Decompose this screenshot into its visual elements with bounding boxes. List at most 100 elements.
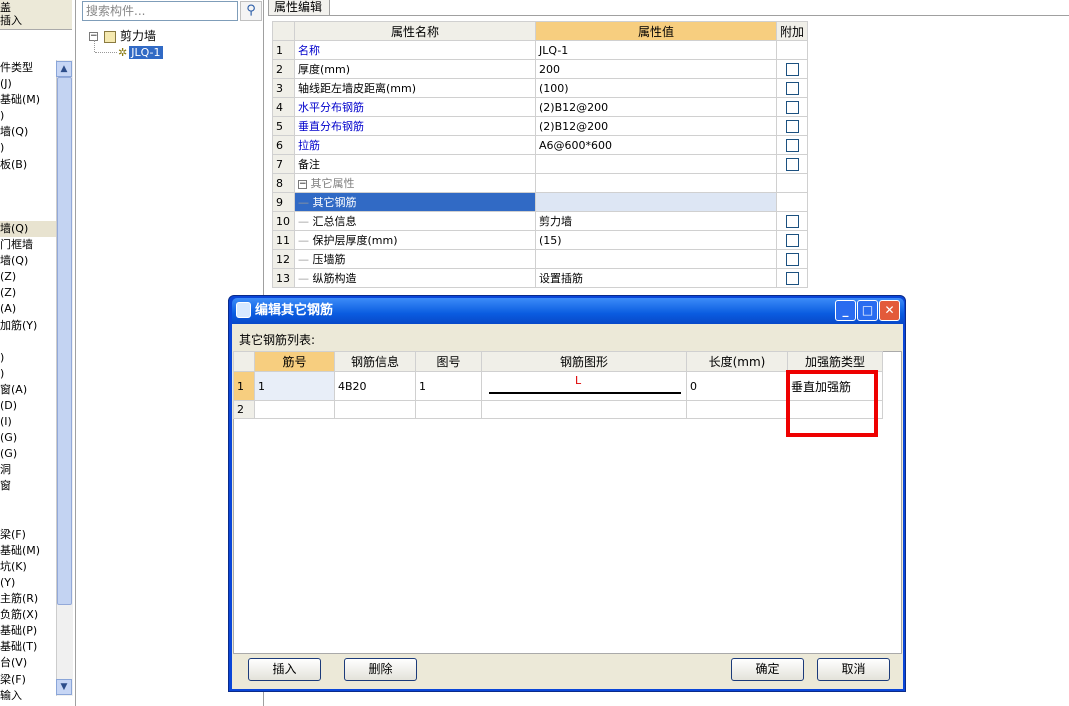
- component-type-item[interactable]: ): [0, 366, 56, 382]
- component-type-item[interactable]: ): [0, 140, 56, 156]
- property-value[interactable]: (2)B12@200: [535, 97, 777, 117]
- bar-no-cell[interactable]: [254, 400, 335, 419]
- insert-button[interactable]: 插入: [248, 658, 321, 681]
- extra-cell[interactable]: [775, 116, 809, 136]
- property-row[interactable]: 2 厚度(mm) 200: [272, 59, 809, 79]
- property-value[interactable]: [535, 192, 777, 212]
- component-type-item[interactable]: 门框墙: [0, 237, 56, 253]
- extra-cell[interactable]: [775, 154, 809, 174]
- component-type-item[interactable]: 基础(T): [0, 639, 56, 655]
- component-type-item[interactable]: 梁(F): [0, 672, 56, 688]
- component-type-item[interactable]: 坑(K): [0, 559, 56, 575]
- component-type-item[interactable]: [0, 334, 56, 350]
- property-row[interactable]: 13— 纵筋构造 设置插筋: [272, 268, 809, 288]
- scroll-down-button[interactable]: ▼: [56, 679, 72, 695]
- property-row[interactable]: 3 轴线距左墙皮距离(mm) (100): [272, 78, 809, 98]
- extra-checkbox[interactable]: [785, 271, 799, 285]
- extra-checkbox[interactable]: [785, 157, 799, 171]
- component-type-item[interactable]: 洞: [0, 462, 56, 478]
- component-type-item[interactable]: ): [0, 350, 56, 366]
- close-button[interactable]: ✕: [879, 300, 900, 321]
- length-cell[interactable]: 0: [686, 371, 788, 401]
- property-value[interactable]: [535, 249, 777, 269]
- component-type-item[interactable]: 板(B): [0, 157, 56, 173]
- property-value[interactable]: (2)B12@200: [535, 116, 777, 136]
- component-type-item[interactable]: [0, 173, 56, 189]
- maximize-button[interactable]: □: [857, 300, 878, 321]
- property-value[interactable]: [535, 173, 777, 193]
- property-row[interactable]: 12— 压墙筋: [272, 249, 809, 269]
- component-type-item[interactable]: (Y): [0, 575, 56, 591]
- component-type-item[interactable]: 窗: [0, 478, 56, 494]
- component-type-item[interactable]: (I): [0, 414, 56, 430]
- property-row[interactable]: 10— 汇总信息 剪力墙: [272, 211, 809, 231]
- component-type-item[interactable]: [0, 511, 56, 527]
- extra-cell[interactable]: [775, 230, 809, 250]
- shape-cell[interactable]: [481, 400, 687, 419]
- component-type-item[interactable]: (J): [0, 76, 56, 92]
- property-value[interactable]: (15): [535, 230, 777, 250]
- property-row[interactable]: 9— 其它钢筋: [272, 192, 809, 212]
- component-type-item[interactable]: ): [0, 108, 56, 124]
- component-type-item[interactable]: 件类型: [0, 60, 56, 76]
- length-cell[interactable]: [686, 400, 788, 419]
- component-type-item[interactable]: 负筋(X): [0, 607, 56, 623]
- shape-cell[interactable]: L: [481, 371, 687, 401]
- component-type-item[interactable]: [0, 189, 56, 205]
- component-type-item[interactable]: (D): [0, 398, 56, 414]
- property-row[interactable]: 11— 保护层厚度(mm) (15): [272, 230, 809, 250]
- property-value[interactable]: A6@600*600: [535, 135, 777, 155]
- component-type-item[interactable]: 基础(M): [0, 543, 56, 559]
- tree-node-jlq1[interactable]: ✲ JLQ-1: [118, 44, 163, 60]
- property-row[interactable]: 1 名称 JLQ-1: [272, 40, 809, 60]
- component-type-item[interactable]: 基础(P): [0, 623, 56, 639]
- component-type-item[interactable]: (G): [0, 430, 56, 446]
- extra-cell[interactable]: [775, 59, 809, 79]
- component-type-item[interactable]: [0, 205, 56, 221]
- component-type-item[interactable]: 墙(Q): [0, 220, 56, 238]
- minimize-button[interactable]: _: [835, 300, 856, 321]
- component-type-item[interactable]: 墙(Q): [0, 253, 56, 269]
- extra-cell[interactable]: [775, 249, 809, 269]
- property-row[interactable]: 6 拉筋 A6@600*600: [272, 135, 809, 155]
- component-type-item[interactable]: 墙(Q): [0, 124, 56, 140]
- component-type-item[interactable]: 输入: [0, 688, 56, 700]
- component-type-item[interactable]: (Z): [0, 285, 56, 301]
- property-value[interactable]: JLQ-1: [535, 40, 777, 60]
- extra-cell[interactable]: [775, 211, 809, 231]
- extra-cell[interactable]: [775, 268, 809, 288]
- component-type-item[interactable]: (A): [0, 301, 56, 317]
- insert-tab[interactable]: 插入: [0, 12, 72, 30]
- search-icon[interactable]: ⚲: [240, 1, 262, 21]
- component-type-item[interactable]: 窗(A): [0, 382, 56, 398]
- component-type-item[interactable]: 梁(F): [0, 527, 56, 543]
- bar-info-cell[interactable]: 4B20: [334, 371, 416, 401]
- component-type-item[interactable]: (Z): [0, 269, 56, 285]
- component-type-item[interactable]: 主筋(R): [0, 591, 56, 607]
- delete-button[interactable]: 删除: [344, 658, 417, 681]
- cancel-button[interactable]: 取消: [817, 658, 890, 681]
- extra-cell[interactable]: [775, 78, 809, 98]
- property-value[interactable]: 200: [535, 59, 777, 79]
- tab-property-edit[interactable]: 属性编辑: [268, 0, 330, 16]
- property-row[interactable]: 7 备注: [272, 154, 809, 174]
- extra-cell[interactable]: [775, 135, 809, 155]
- scroll-up-button[interactable]: ▲: [56, 61, 72, 77]
- extra-checkbox[interactable]: [785, 100, 799, 114]
- extra-checkbox[interactable]: [785, 138, 799, 152]
- component-type-item[interactable]: [0, 495, 56, 511]
- extra-checkbox[interactable]: [785, 62, 799, 76]
- property-value[interactable]: (100): [535, 78, 777, 98]
- component-type-item[interactable]: 加筋(Y): [0, 318, 56, 334]
- left-scroll-thumb[interactable]: [57, 77, 72, 605]
- component-type-item[interactable]: 台(V): [0, 655, 56, 671]
- collapse-icon[interactable]: −: [298, 179, 307, 189]
- component-type-item[interactable]: (G): [0, 446, 56, 462]
- extra-checkbox[interactable]: [785, 81, 799, 95]
- property-row[interactable]: 4 水平分布钢筋 (2)B12@200: [272, 97, 809, 117]
- extra-checkbox[interactable]: [785, 233, 799, 247]
- property-row[interactable]: 5 垂直分布钢筋 (2)B12@200: [272, 116, 809, 136]
- tree-node-shear-wall[interactable]: − 剪力墙: [89, 28, 156, 44]
- property-value[interactable]: 设置插筋: [535, 268, 777, 288]
- component-type-item[interactable]: 基础(M): [0, 92, 56, 108]
